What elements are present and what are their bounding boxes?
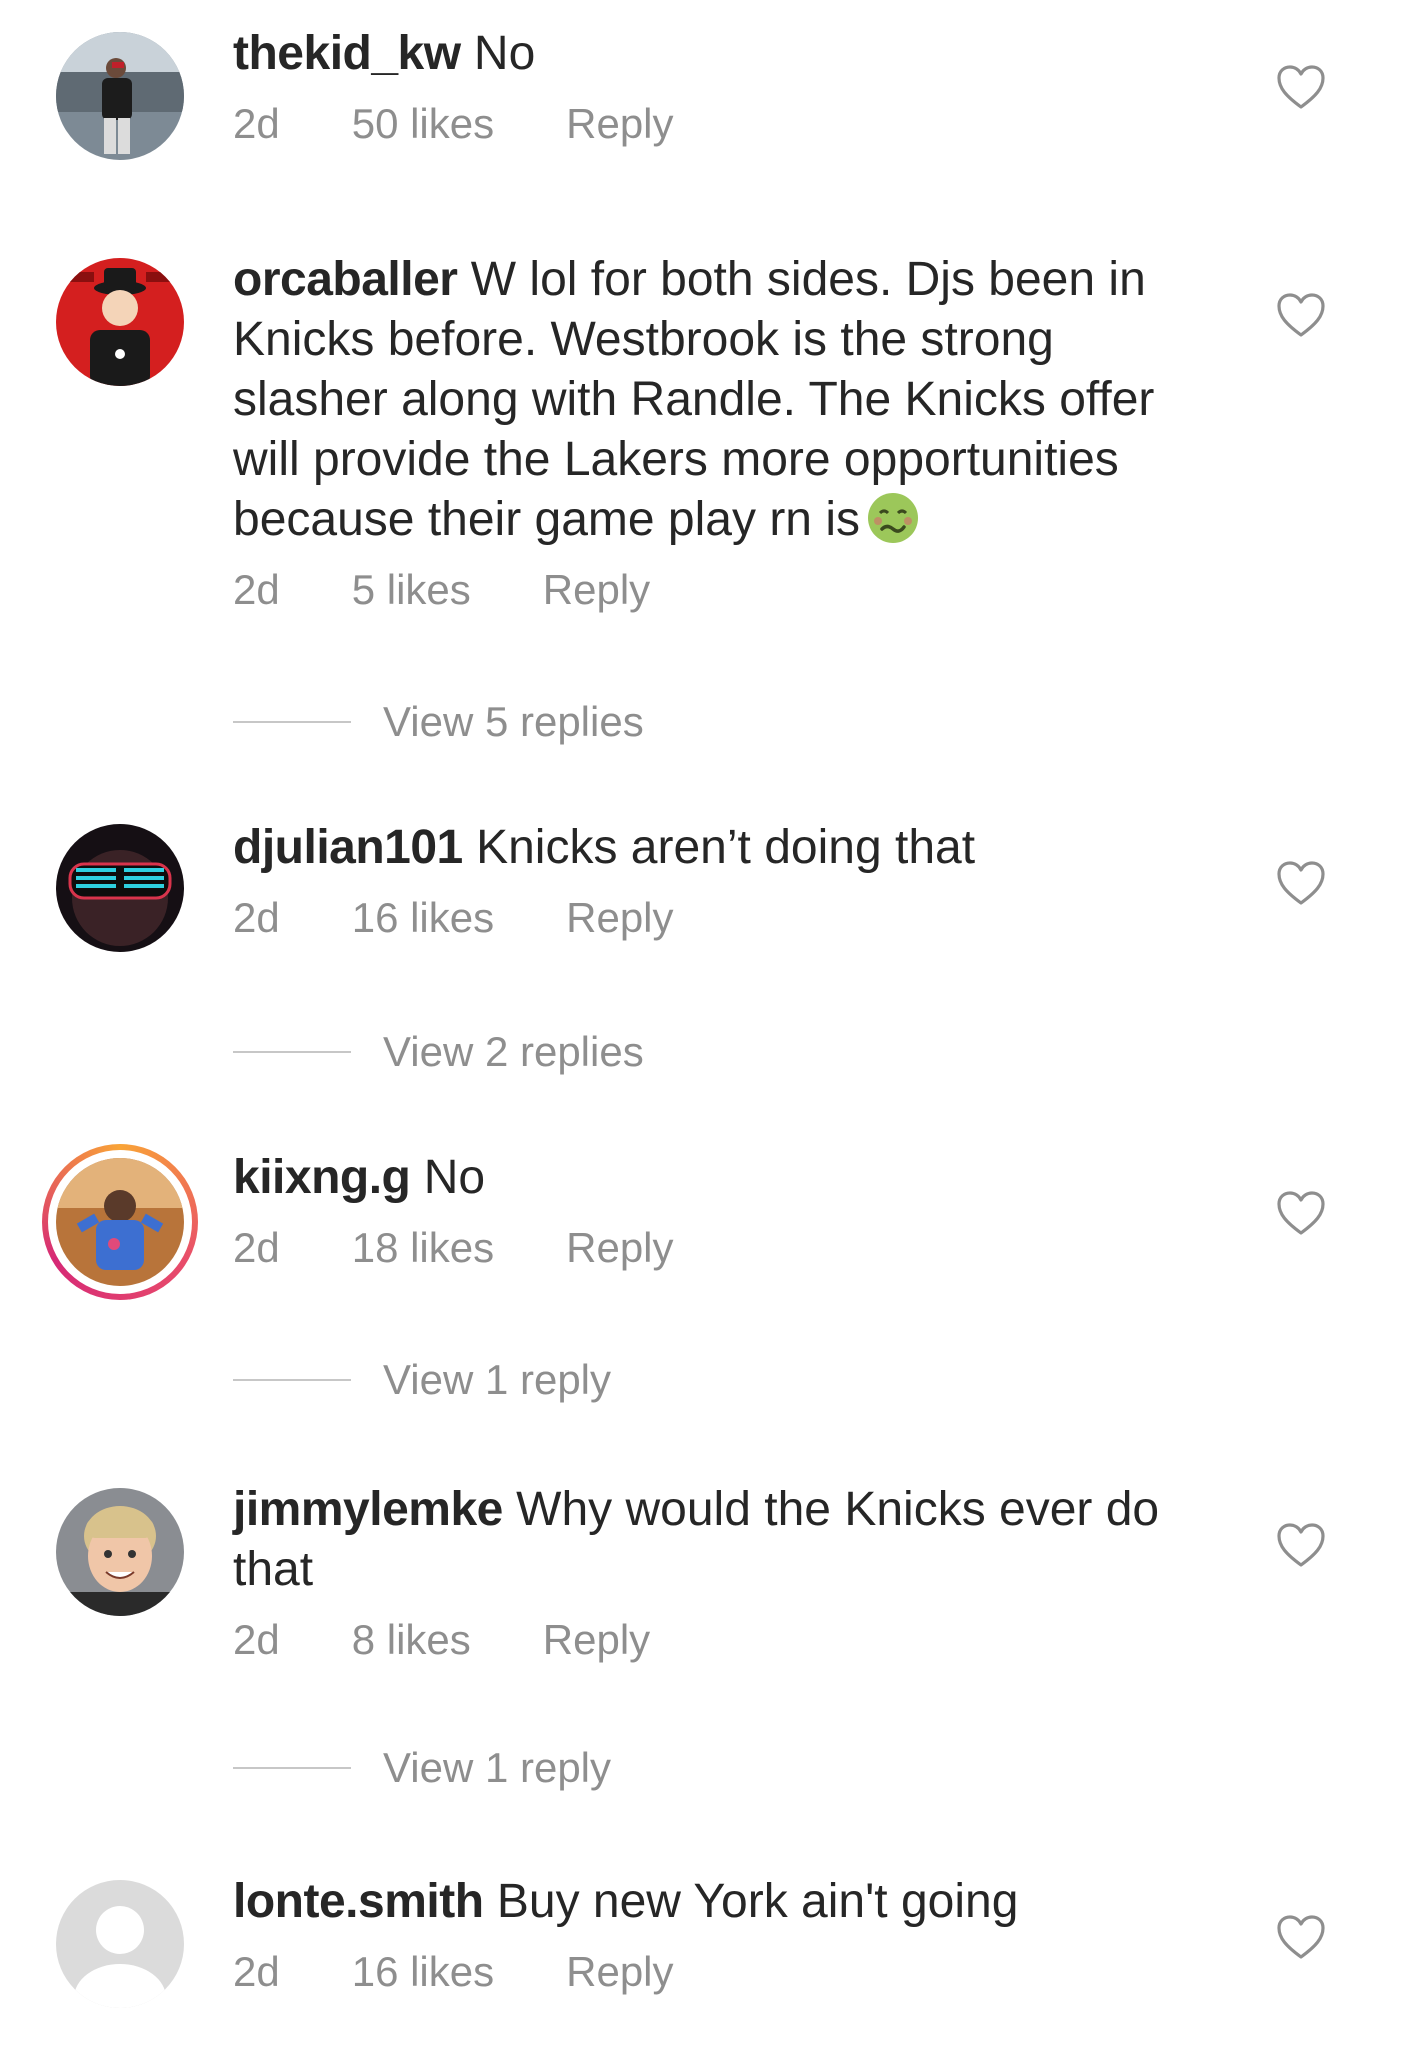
comment-text: orcaballer W lol for both sides. Djs bee… [233,250,1213,550]
comment-likes[interactable]: 18 likes [352,1222,494,1274]
avatar[interactable] [56,1880,184,2008]
comment-text: jimmylemke Why would the Knicks ever do … [233,1480,1213,1600]
view-replies-button[interactable]: View 1 reply [233,1354,611,1406]
comment-meta: 2d 16 likes Reply [233,1946,1233,1998]
comment-meta: 2d 18 likes Reply [233,1222,1233,1274]
comment-text: kiixng.g No [233,1148,1233,1208]
reply-button[interactable]: Reply [566,98,673,150]
comment-time: 2d [233,894,280,941]
nauseated-face-emoji [866,491,920,545]
story-ring[interactable] [42,1144,198,1300]
comment-username[interactable]: kiixng.g [233,1151,411,1204]
comment-body: No [410,1151,486,1204]
comment-meta: 2d 50 likes Reply [233,98,1233,150]
comment-username[interactable]: orcaballer [233,253,458,306]
reply-button[interactable]: Reply [566,1222,673,1274]
avatar[interactable] [56,824,184,952]
reply-button[interactable]: Reply [543,564,650,616]
comment-body: Knicks aren’t doing that [462,821,976,874]
avatar-photo [56,1158,184,1286]
comment-meta: 2d 8 likes Reply [233,1614,1233,1666]
heart-outline-icon[interactable] [1276,292,1326,338]
comment-username[interactable]: djulian101 [233,821,463,874]
comment-likes[interactable]: 50 likes [352,98,494,150]
reply-button[interactable]: Reply [566,1946,673,1998]
heart-outline-icon[interactable] [1276,1914,1326,1960]
replies-divider [233,1767,351,1769]
comment-likes[interactable]: 5 likes [352,564,471,616]
view-replies-label[interactable]: View 5 replies [383,698,644,746]
view-replies-button[interactable]: View 2 replies [233,1026,644,1078]
comment-time: 2d [233,1948,280,1995]
avatar-photo [56,1488,184,1616]
avatar[interactable] [56,1488,184,1616]
avatar-photo [56,258,184,386]
view-replies-button[interactable]: View 5 replies [233,696,644,748]
replies-divider [233,1051,351,1053]
comment-meta: 2d 16 likes Reply [233,892,1233,944]
avatar[interactable] [56,1158,184,1286]
comment-username[interactable]: thekid_kw [233,27,461,80]
view-replies-label[interactable]: View 1 reply [383,1744,611,1792]
comment-text: lonte.smith Buy new York ain't going [233,1872,1233,1932]
avatar[interactable] [56,32,184,160]
reply-button[interactable]: Reply [543,1614,650,1666]
view-replies-button[interactable]: View 1 reply [233,1742,611,1794]
avatar[interactable] [56,258,184,386]
replies-divider [233,1379,351,1381]
comment-text: thekid_kw No [233,24,1233,84]
heart-outline-icon[interactable] [1276,1522,1326,1568]
heart-outline-icon[interactable] [1276,860,1326,906]
comment-body: No [460,27,536,80]
default-avatar-icon [56,1880,184,2008]
replies-divider [233,721,351,723]
view-replies-label[interactable]: View 1 reply [383,1356,611,1404]
story-ring-gap [48,1150,192,1294]
comment-time: 2d [233,1224,280,1271]
reply-button[interactable]: Reply [566,892,673,944]
view-replies-label[interactable]: View 2 replies [383,1028,644,1076]
comment-likes[interactable]: 16 likes [352,892,494,944]
comment-body: Buy new York ain't going [483,1875,1019,1928]
comment-meta: 2d 5 likes Reply [233,564,1233,616]
comment-username[interactable]: lonte.smith [233,1875,484,1928]
avatar-photo [56,824,184,952]
comment-likes[interactable]: 16 likes [352,1946,494,1998]
comment-likes[interactable]: 8 likes [352,1614,471,1666]
comment-username[interactable]: jimmylemke [233,1483,503,1536]
comment-text: djulian101 Knicks aren’t doing that [233,818,1233,878]
comment-time: 2d [233,566,280,613]
heart-outline-icon[interactable] [1276,1190,1326,1236]
comment-time: 2d [233,1616,280,1663]
avatar-photo [56,32,184,160]
heart-outline-icon[interactable] [1276,64,1326,110]
comment-time: 2d [233,100,280,147]
